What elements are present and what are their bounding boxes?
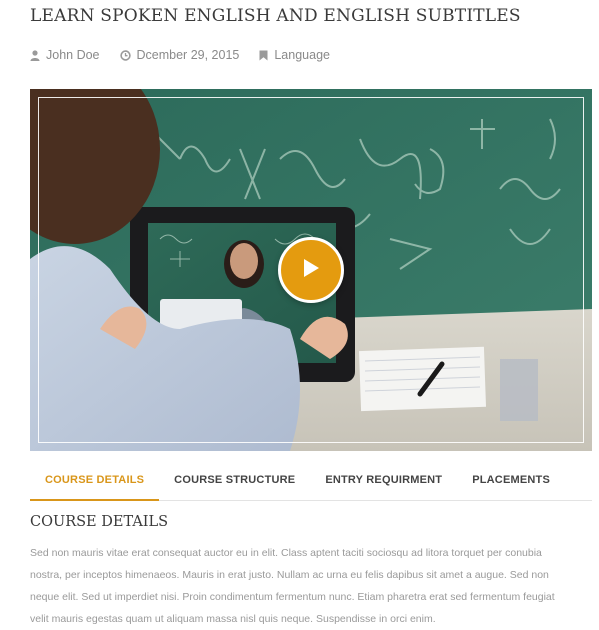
bookmark-icon (259, 50, 268, 61)
post-title: LEARN SPOKEN ENGLISH AND ENGLISH SUBTITL… (30, 6, 521, 26)
course-video[interactable] (30, 89, 592, 451)
meta-date: Dcember 29, 2015 (119, 48, 240, 62)
play-icon (302, 258, 320, 283)
tab-course-structure[interactable]: COURSE STRUCTURE (159, 463, 310, 501)
play-button[interactable] (278, 237, 344, 303)
tab-entry-requirment[interactable]: ENTRY REQUIRMENT (310, 463, 457, 501)
meta-author[interactable]: John Doe (30, 48, 100, 62)
category-name: Language (274, 48, 330, 62)
course-tabs: COURSE DETAILS COURSE STRUCTURE ENTRY RE… (30, 463, 592, 501)
section-heading: COURSE DETAILS (30, 514, 169, 530)
meta-category[interactable]: Language (259, 48, 330, 62)
author-name: John Doe (46, 48, 100, 62)
post-meta: John Doe Dcember 29, 2015 Language (30, 48, 330, 62)
tab-course-details[interactable]: COURSE DETAILS (30, 463, 160, 501)
post-date: Dcember 29, 2015 (136, 48, 240, 62)
course-description: Sed non mauris vitae erat consequat auct… (30, 547, 555, 625)
clock-icon (119, 49, 131, 61)
user-icon (30, 49, 40, 61)
tab-placements[interactable]: PLACEMENTS (457, 463, 565, 501)
